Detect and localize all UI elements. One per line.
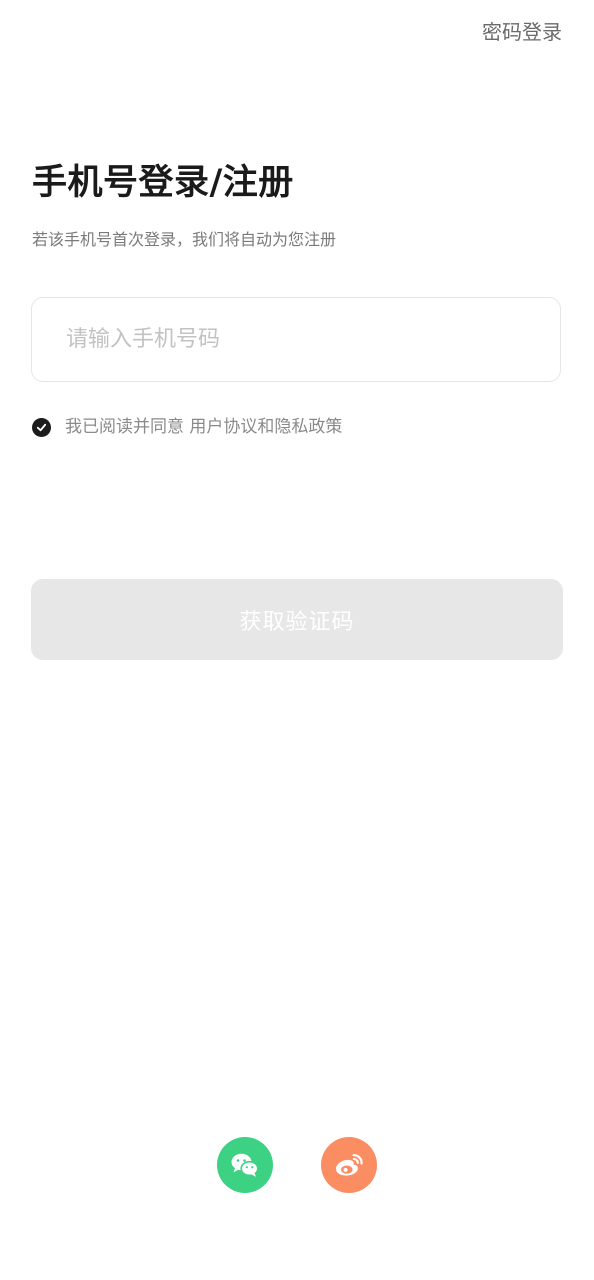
agreement-checkbox[interactable] [32,417,51,437]
password-login-link[interactable]: 密码登录 [482,18,562,46]
page-title: 手机号登录/注册 [32,163,294,203]
agreement-conjunction: 和 [257,417,275,437]
get-code-button[interactable]: 获取验证码 [31,579,563,660]
check-icon [36,423,47,431]
agreement-prefix: 我已阅读并同意 [65,417,190,437]
weibo-icon [335,1154,363,1176]
privacy-policy-link[interactable]: 隐私政策 [274,417,342,437]
agreement-text: 我已阅读并同意 用户协议和隐私政策 [65,414,342,440]
phone-input[interactable] [64,326,528,353]
page-subtitle: 若该手机号首次登录，我们将自动为您注册 [32,230,337,249]
wechat-login-button[interactable] [217,1137,273,1193]
agreement-row: 我已阅读并同意 用户协议和隐私政策 [32,414,342,440]
weibo-login-button[interactable] [321,1137,377,1193]
user-agreement-link[interactable]: 用户协议 [189,417,257,437]
wechat-icon [231,1153,259,1177]
phone-input-container [31,297,561,382]
